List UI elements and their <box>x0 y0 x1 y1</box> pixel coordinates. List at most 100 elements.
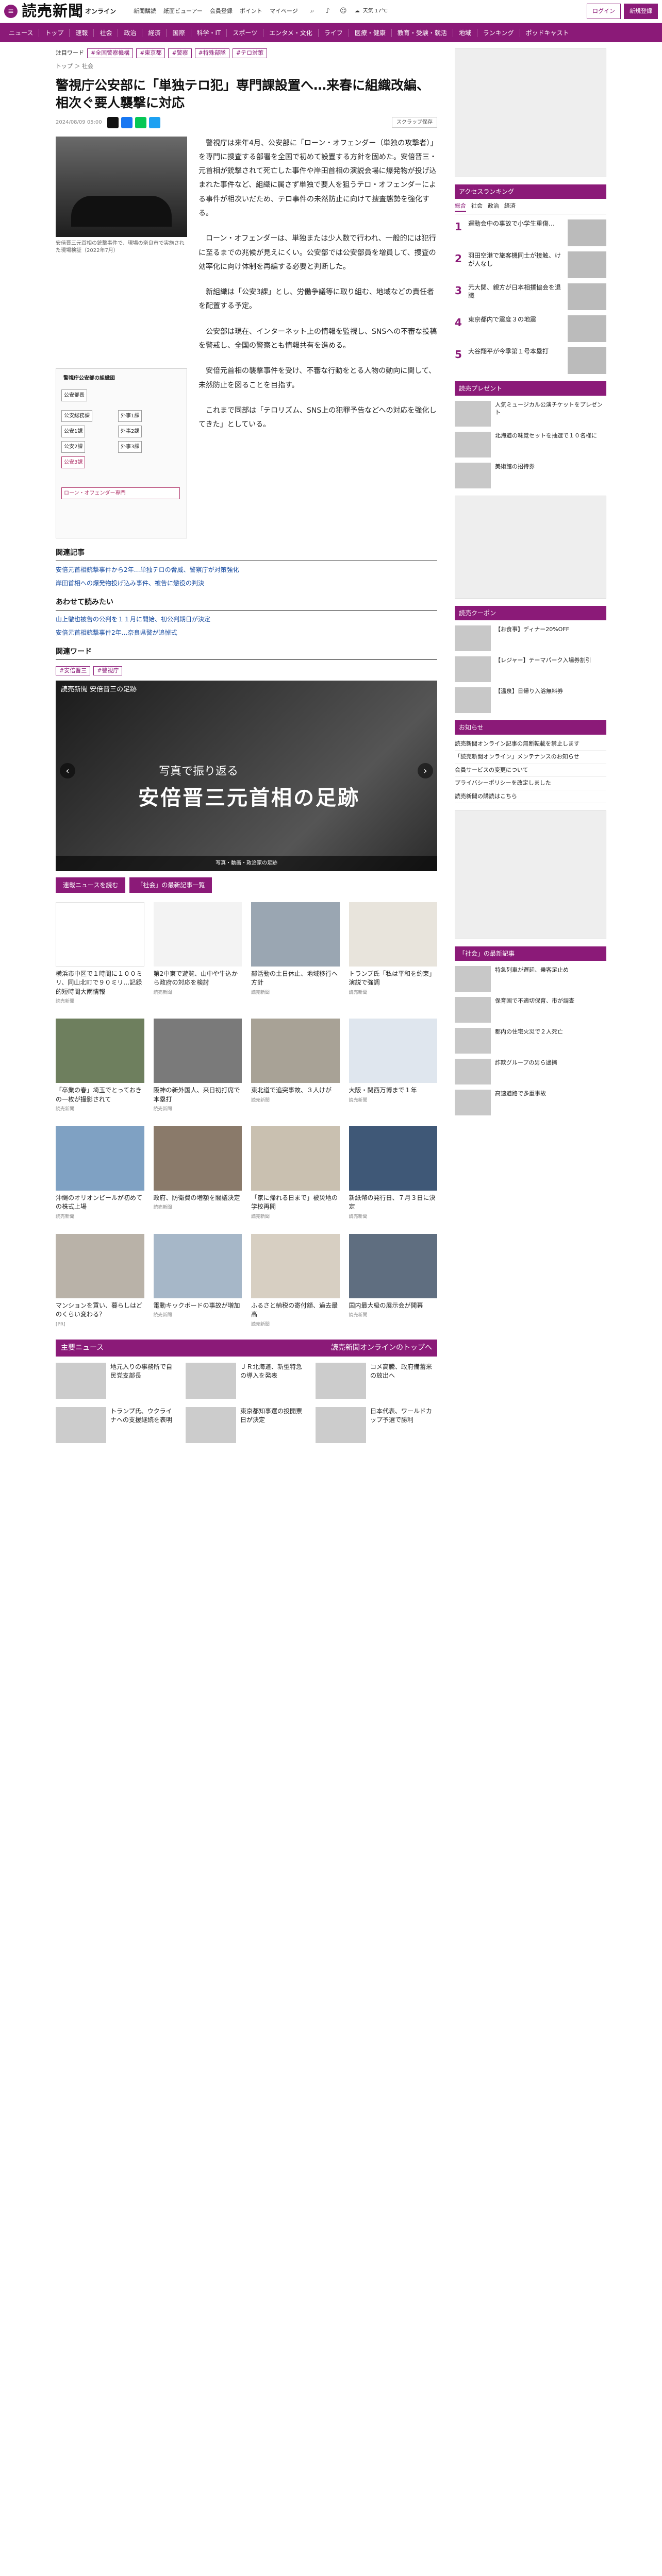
ad-banner[interactable] <box>455 810 606 939</box>
ad-banner[interactable] <box>455 495 606 599</box>
register-button[interactable]: 新規登録 <box>624 4 658 19</box>
coupon-item[interactable]: 【お食事】ディナー20%OFF <box>455 625 606 651</box>
latest-item[interactable]: 保育園で不適切保育、市が調査 <box>455 997 606 1023</box>
nav-item[interactable]: 政治 <box>118 28 143 37</box>
nav-item[interactable]: 社会 <box>94 28 119 37</box>
card[interactable]: ふるさと納税の寄付額、過去最高 読売新聞 <box>251 1233 340 1328</box>
prev-arrow-icon[interactable]: ‹ <box>60 763 75 778</box>
hatena-share-icon[interactable] <box>148 116 160 128</box>
card[interactable]: 「家に帰れる日まで」被災地の学校再開 読売新聞 <box>251 1126 340 1221</box>
related-link[interactable]: 安倍元首相銃撃事件から2年…単独テロの脅威、警察庁が対策強化 <box>56 565 437 574</box>
coupon-item[interactable]: 【レジャー】テーマパーク入場券割引 <box>455 656 606 682</box>
nav-item[interactable]: 国際 <box>167 28 191 37</box>
org-diagram[interactable]: 警視庁公安部の組織図 公安部長 公安総務課 公安1課 公安2課 公安3課 外事1… <box>56 368 187 538</box>
weather-widget[interactable]: ☁ 天気 17°C <box>355 8 388 14</box>
user-icon[interactable]: ☺ <box>338 6 349 16</box>
nav-item[interactable]: 地域 <box>453 28 477 37</box>
recommend-link[interactable]: 安倍元首相銃撃事件2年…奈良県警が追悼式 <box>56 628 437 637</box>
article-photo[interactable] <box>56 136 187 237</box>
ranking-item[interactable]: 5 大谷翔平が今季第１号本塁打 <box>455 347 606 374</box>
facebook-share-icon[interactable] <box>121 116 133 128</box>
notice-item[interactable]: プライバシーポリシーを改定しました <box>455 777 606 790</box>
latest-item[interactable]: 高速道路で多重事故 <box>455 1090 606 1115</box>
feature-banner[interactable]: 読売新聞 安倍晋三の足跡 写真で振り返る 安倍晋三元首相の足跡 ‹ › 写真・動… <box>56 681 437 871</box>
tag-chip[interactable]: #警察 <box>168 48 192 58</box>
main-news-item[interactable]: 地元入りの事務所で自民党支部長 <box>56 1362 177 1399</box>
login-button[interactable]: ログイン <box>587 4 621 19</box>
card[interactable]: 新紙幣の発行日、７月３日に決定 読売新聞 <box>349 1126 437 1221</box>
ranking-item[interactable]: 1 運動会中の事故で小学生重傷… <box>455 219 606 246</box>
card[interactable]: マンションを買い、暮らしはどのくらい変わる？ [PR] <box>56 1233 144 1328</box>
ad-banner[interactable] <box>455 48 606 177</box>
card[interactable]: トランプ氏「私は平和を約束」演説で強調 読売新聞 <box>349 902 437 1005</box>
main-news-item[interactable]: コメ高騰、政府備蓄米の放出へ <box>316 1362 437 1399</box>
nav-item[interactable]: ポッドキャスト <box>520 29 575 37</box>
nav-item[interactable]: スポーツ <box>227 28 264 37</box>
recommend-link[interactable]: 山上徹也被告の公判を１１月に開始、初公判期日が決定 <box>56 615 437 624</box>
x-share-icon[interactable] <box>107 116 119 128</box>
card[interactable]: 国内最大級の展示会が開幕 読売新聞 <box>349 1233 437 1328</box>
card[interactable]: 沖縄のオリオンビールが初めての株式上場 読売新聞 <box>56 1126 144 1221</box>
ranking-item[interactable]: 2 羽田空港で旅客機同士が接触、けが人なし <box>455 251 606 278</box>
nav-item[interactable]: ライフ <box>319 28 349 37</box>
nav-item[interactable]: 医療・健康 <box>349 28 392 37</box>
keyword-chip[interactable]: #警視庁 <box>93 666 123 675</box>
main-news-item[interactable]: 日本代表、ワールドカップ予選で勝利 <box>316 1406 437 1443</box>
nav-item[interactable]: ランキング <box>477 28 520 37</box>
bell-icon[interactable]: ♪ <box>323 6 333 16</box>
related-link[interactable]: 岸田首相への爆発物投げ込み事件、被告に懲役の判決 <box>56 579 437 588</box>
header-link-viewer[interactable]: 紙面ビューアー <box>163 7 203 16</box>
header-link-subscribe[interactable]: 新聞購読 <box>134 7 156 16</box>
menu-icon[interactable]: ≡ <box>4 5 18 18</box>
card[interactable]: 横浜市中区で１時間に１００ミリ、同山北町で９０ミリ…記録的短時間大雨情報 読売新聞 <box>56 902 144 1005</box>
ranking-item[interactable]: 3 元大関、親方が日本相撲協会を退職 <box>455 283 606 310</box>
nav-item[interactable]: トップ <box>39 28 70 37</box>
card[interactable]: 政府、防衛費の増額を閣議決定 読売新聞 <box>153 1126 242 1221</box>
site-logo[interactable]: 読売新聞 <box>22 0 84 23</box>
ranking-tab[interactable]: 社会 <box>471 202 483 212</box>
ranking-tab[interactable]: 政治 <box>488 202 499 212</box>
tag-chip[interactable]: #全国警察機構 <box>87 48 134 58</box>
search-icon[interactable]: ⌕ <box>307 6 318 16</box>
nav-item[interactable]: 速報 <box>70 28 94 37</box>
notice-item[interactable]: 「読売新聞オンライン」メンテナンスのお知らせ <box>455 751 606 764</box>
save-button[interactable]: スクラップ保存 <box>392 117 437 128</box>
tag-chip[interactable]: #テロ対策 <box>232 48 268 58</box>
card[interactable]: 部活動の土日休止、地域移行へ方針 読売新聞 <box>251 902 340 1005</box>
main-news-item[interactable]: トランプ氏、ウクライナへの支援継続を表明 <box>56 1406 177 1443</box>
next-arrow-icon[interactable]: › <box>418 763 433 778</box>
latest-social-button[interactable]: 「社会」の最新記事一覧 <box>129 877 212 893</box>
nav-item[interactable]: 教育・受験・就活 <box>392 28 453 37</box>
nav-item[interactable]: 経済 <box>142 28 167 37</box>
main-news-item[interactable]: 東京都知事選の投開票日が決定 <box>186 1406 307 1443</box>
present-item[interactable]: 人気ミュージカル公演チケットをプレゼント <box>455 400 606 427</box>
nav-item[interactable]: ニュース <box>3 28 40 37</box>
card[interactable]: 阪神の新外国人、来日初打席で本塁打 読売新聞 <box>153 1019 242 1113</box>
latest-item[interactable]: 詐欺グループの男ら逮捕 <box>455 1059 606 1084</box>
card[interactable]: 「卒業の春」埼玉でとっておきの一枚が撮影されて 読売新聞 <box>56 1019 144 1113</box>
notice-item[interactable]: 読売新聞の購読はこちら <box>455 790 606 803</box>
latest-item[interactable]: 都内の住宅火災で２人死亡 <box>455 1028 606 1054</box>
notice-item[interactable]: 会員サービスの変更について <box>455 764 606 777</box>
header-link-points[interactable]: ポイント <box>240 7 262 16</box>
line-share-icon[interactable] <box>135 116 146 128</box>
nav-item[interactable]: エンタメ・文化 <box>263 28 319 37</box>
card[interactable]: 第2中東で遊覧、山中や牛込から政府の対応を検討 読売新聞 <box>153 902 242 1005</box>
main-news-item[interactable]: ＪＲ北海道、新型特急の導入を発表 <box>186 1362 307 1399</box>
card[interactable]: 大阪・関西万博まで１年 読売新聞 <box>349 1019 437 1113</box>
notice-item[interactable]: 読売新聞オンライン記事の無断転載を禁止します <box>455 738 606 751</box>
ranking-tab[interactable]: 総合 <box>455 202 466 212</box>
nav-item[interactable]: 科学・IT <box>191 28 227 37</box>
ranking-tab[interactable]: 経済 <box>504 202 516 212</box>
main-news-more-link[interactable]: 読売新聞オンラインのトップへ <box>331 1343 432 1353</box>
present-item[interactable]: 北海道の味覚セットを抽選で１０名様に <box>455 431 606 457</box>
present-item[interactable]: 美術館の招待券 <box>455 462 606 488</box>
breadcrumb[interactable]: トップ ＞ 社会 <box>56 62 437 71</box>
series-button[interactable]: 連載ニュースを読む <box>56 877 126 893</box>
card[interactable]: 東北道で追突事故、３人けが 読売新聞 <box>251 1019 340 1113</box>
coupon-item[interactable]: 【温泉】日帰り入浴無料券 <box>455 687 606 713</box>
latest-item[interactable]: 特急列車が遅延、乗客足止め <box>455 966 606 992</box>
tag-chip[interactable]: #東京都 <box>136 48 166 58</box>
card[interactable]: 電動キックボードの事故が増加 読売新聞 <box>153 1233 242 1328</box>
keyword-chip[interactable]: #安倍晋三 <box>56 666 91 675</box>
